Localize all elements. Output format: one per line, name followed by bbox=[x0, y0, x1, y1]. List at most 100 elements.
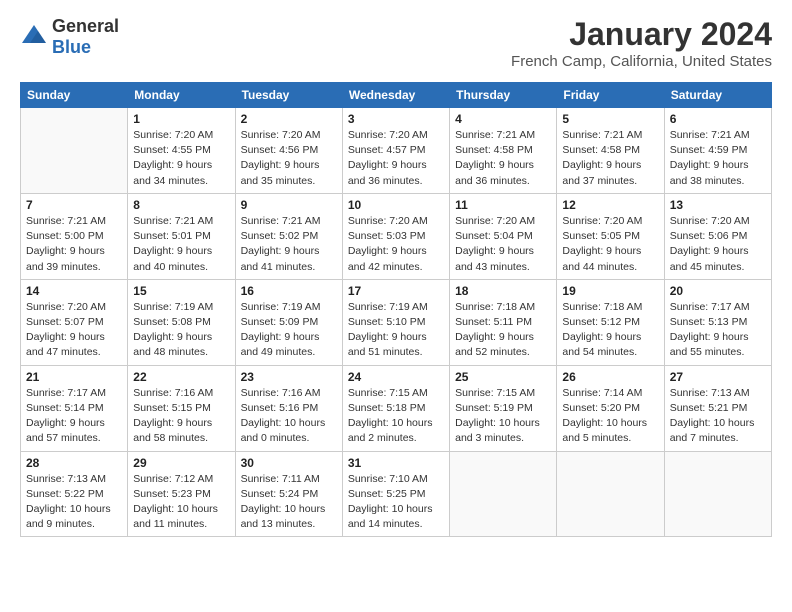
calendar-cell: 4Sunrise: 7:21 AMSunset: 4:58 PMDaylight… bbox=[450, 108, 557, 194]
sunset-label: Sunset: 5:02 PM bbox=[241, 230, 319, 242]
sunset-label: Sunset: 5:22 PM bbox=[26, 488, 104, 500]
calendar-cell bbox=[450, 451, 557, 537]
weekday-header: Thursday bbox=[450, 83, 557, 108]
calendar-cell: 29Sunrise: 7:12 AMSunset: 5:23 PMDayligh… bbox=[128, 451, 235, 537]
sunrise-label: Sunrise: 7:16 AM bbox=[133, 387, 213, 399]
day-number: 15 bbox=[133, 284, 229, 298]
sunset-label: Sunset: 4:55 PM bbox=[133, 144, 211, 156]
calendar-cell: 27Sunrise: 7:13 AMSunset: 5:21 PMDayligh… bbox=[664, 365, 771, 451]
daylight-label: Daylight: 9 hours and 38 minutes. bbox=[670, 159, 749, 186]
day-info: Sunrise: 7:17 AMSunset: 5:14 PMDaylight:… bbox=[26, 386, 122, 447]
day-info: Sunrise: 7:16 AMSunset: 5:16 PMDaylight:… bbox=[241, 386, 337, 447]
sunset-label: Sunset: 5:08 PM bbox=[133, 316, 211, 328]
day-number: 10 bbox=[348, 198, 444, 212]
calendar-cell: 21Sunrise: 7:17 AMSunset: 5:14 PMDayligh… bbox=[21, 365, 128, 451]
calendar-cell: 20Sunrise: 7:17 AMSunset: 5:13 PMDayligh… bbox=[664, 279, 771, 365]
sunrise-label: Sunrise: 7:21 AM bbox=[26, 215, 106, 227]
sunset-label: Sunset: 5:15 PM bbox=[133, 402, 211, 414]
calendar-cell: 12Sunrise: 7:20 AMSunset: 5:05 PMDayligh… bbox=[557, 193, 664, 279]
day-number: 5 bbox=[562, 112, 658, 126]
day-info: Sunrise: 7:18 AMSunset: 5:11 PMDaylight:… bbox=[455, 300, 551, 361]
day-number: 7 bbox=[26, 198, 122, 212]
day-info: Sunrise: 7:19 AM Sunset: 5:08 PM Daylight:… bbox=[133, 300, 229, 361]
logo-general: General bbox=[52, 16, 119, 36]
daylight-label: Daylight: 10 hours and 2 minutes. bbox=[348, 417, 433, 444]
day-info: Sunrise: 7:21 AMSunset: 4:58 PMDaylight:… bbox=[562, 128, 658, 189]
sunrise-label: Sunrise: 7:21 AM bbox=[670, 129, 750, 141]
calendar-cell: 22Sunrise: 7:16 AMSunset: 5:15 PMDayligh… bbox=[128, 365, 235, 451]
day-number: 3 bbox=[348, 112, 444, 126]
calendar-cell: 2Sunrise: 7:20 AMSunset: 4:56 PMDaylight… bbox=[235, 108, 342, 194]
daylight-label: Daylight: 9 hours and 37 minutes. bbox=[562, 159, 641, 186]
calendar-cell: 26Sunrise: 7:14 AMSunset: 5:20 PMDayligh… bbox=[557, 365, 664, 451]
day-info: Sunrise: 7:18 AMSunset: 5:12 PMDaylight:… bbox=[562, 300, 658, 361]
daylight-label: Daylight: 9 hours and 34 minutes. bbox=[133, 159, 212, 186]
calendar-cell: 13Sunrise: 7:20 AMSunset: 5:06 PMDayligh… bbox=[664, 193, 771, 279]
day-info: Sunrise: 7:20 AMSunset: 5:04 PMDaylight:… bbox=[455, 214, 551, 275]
day-info: Sunrise: 7:21 AMSunset: 5:01 PMDaylight:… bbox=[133, 214, 229, 275]
sunset-label: Sunset: 5:05 PM bbox=[562, 230, 640, 242]
day-info: Sunrise: 7:13 AMSunset: 5:21 PMDaylight:… bbox=[670, 386, 766, 447]
sunset-label: Sunset: 5:21 PM bbox=[670, 402, 748, 414]
calendar-week-row: 1Sunrise: 7:20 AMSunset: 4:55 PMDaylight… bbox=[21, 108, 772, 194]
daylight-label: Daylight: 10 hours and 13 minutes. bbox=[241, 503, 326, 530]
sunset-label: Sunset: 5:06 PM bbox=[670, 230, 748, 242]
calendar-cell: 3 Sunrise: 7:20 AMSunset: 4:57 PMDaylight… bbox=[342, 108, 449, 194]
day-number: 29 bbox=[133, 456, 229, 470]
day-info: Sunrise: 7:20 AMSunset: 4:57 PMDaylight:… bbox=[348, 128, 444, 189]
sunset-label: Sunset: 5:18 PM bbox=[348, 402, 426, 414]
sunrise-label: Sunrise: 7:18 AM bbox=[562, 301, 642, 313]
daylight-label: Daylight: 9 hours and 47 minutes. bbox=[26, 331, 105, 358]
sunrise-label: Sunrise: 7:11 AM bbox=[241, 473, 320, 485]
calendar-cell: 28Sunrise: 7:13 AMSunset: 5:22 PMDayligh… bbox=[21, 451, 128, 537]
calendar-cell: 10Sunrise: 7:20 AMSunset: 5:03 PMDayligh… bbox=[342, 193, 449, 279]
sunrise-label: Sunrise: 7:17 AM bbox=[670, 301, 750, 313]
sunset-label: Sunset: 5:20 PM bbox=[562, 402, 640, 414]
daylight-label: Daylight: 9 hours and 48 minutes. bbox=[133, 331, 212, 358]
day-number: 4 bbox=[455, 112, 551, 126]
logo-blue: Blue bbox=[52, 37, 91, 57]
calendar-cell bbox=[21, 108, 128, 194]
day-number: 26 bbox=[562, 370, 658, 384]
daylight-label: Daylight: 10 hours and 11 minutes. bbox=[133, 503, 218, 530]
sunset-label: Sunset: 5:01 PM bbox=[133, 230, 211, 242]
day-number: 22 bbox=[133, 370, 229, 384]
calendar-cell: 24Sunrise: 7:15 AMSunset: 5:18 PMDayligh… bbox=[342, 365, 449, 451]
daylight-label: Daylight: 9 hours and 52 minutes. bbox=[455, 331, 534, 358]
day-info: Sunrise: 7:20 AMSunset: 4:56 PMDaylight:… bbox=[241, 128, 337, 189]
calendar-cell: 7Sunrise: 7:21 AMSunset: 5:00 PMDaylight… bbox=[21, 193, 128, 279]
sunset-label: Sunset: 4:56 PM bbox=[241, 144, 319, 156]
calendar-cell bbox=[557, 451, 664, 537]
day-info: Sunrise: 7:13 AMSunset: 5:22 PMDaylight:… bbox=[26, 472, 122, 533]
sunrise-label: Sunrise: 7:19 AM bbox=[241, 301, 321, 313]
sunrise-label: Sunrise: 7:20 AM bbox=[562, 215, 642, 227]
sunrise-label: Sunrise: 7:10 AM bbox=[348, 473, 428, 485]
daylight-label: Daylight: 9 hours and 36 minutes. bbox=[348, 159, 427, 186]
calendar-cell: 8Sunrise: 7:21 AMSunset: 5:01 PMDaylight… bbox=[128, 193, 235, 279]
calendar-cell: 9Sunrise: 7:21 AMSunset: 5:02 PMDaylight… bbox=[235, 193, 342, 279]
location-subtitle: French Camp, California, United States bbox=[511, 53, 772, 70]
logo-text: General Blue bbox=[52, 16, 119, 58]
sunrise-label: Sunrise: 7:21 AM bbox=[133, 215, 213, 227]
sunset-label: Sunset: 5:07 PM bbox=[26, 316, 104, 328]
day-info: Sunrise: 7:21 AMSunset: 4:59 PMDaylight:… bbox=[670, 128, 766, 189]
day-info: Sunrise: 7:19 AMSunset: 5:10 PMDaylight:… bbox=[348, 300, 444, 361]
sunset-label: Sunset: 5:13 PM bbox=[670, 316, 748, 328]
day-info: Sunrise: 7:20 AMSunset: 5:05 PMDaylight:… bbox=[562, 214, 658, 275]
calendar-cell: 5 Sunrise: 7:21 AMSunset: 4:58 PMDaylight… bbox=[557, 108, 664, 194]
day-number: 16 bbox=[241, 284, 337, 298]
calendar-cell: 16Sunrise: 7:19 AMSunset: 5:09 PMDayligh… bbox=[235, 279, 342, 365]
daylight-label: Daylight: 9 hours and 35 minutes. bbox=[241, 159, 320, 186]
daylight-label: Daylight: 10 hours and 0 minutes. bbox=[241, 417, 326, 444]
daylight-label: Daylight: 9 hours and 57 minutes. bbox=[26, 417, 105, 444]
day-number: 9 bbox=[241, 198, 337, 212]
calendar-week-row: 7Sunrise: 7:21 AMSunset: 5:00 PMDaylight… bbox=[21, 193, 772, 279]
sunset-label: Sunset: 5:09 PM bbox=[241, 316, 319, 328]
day-info: Sunrise: 7:15 AMSunset: 5:18 PMDaylight:… bbox=[348, 386, 444, 447]
calendar-week-row: 21Sunrise: 7:17 AMSunset: 5:14 PMDayligh… bbox=[21, 365, 772, 451]
sunrise-label: Sunrise: 7:15 AM bbox=[455, 387, 535, 399]
calendar-cell: 23Sunrise: 7:16 AMSunset: 5:16 PMDayligh… bbox=[235, 365, 342, 451]
sunrise-label: Sunrise: 7:19 AM bbox=[133, 301, 213, 313]
logo: General Blue bbox=[20, 16, 119, 58]
calendar-week-row: 14Sunrise: 7:20 AMSunset: 5:07 PMDayligh… bbox=[21, 279, 772, 365]
